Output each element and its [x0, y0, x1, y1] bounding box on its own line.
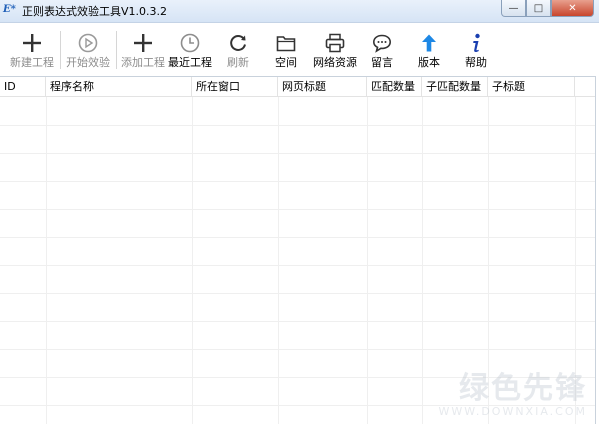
arrow-up-icon: [422, 34, 436, 52]
app-icon: E*: [3, 4, 16, 15]
grid-row-line: [0, 181, 595, 182]
toolbar: 新建工程 开始效验 添加工程 最近工程 刷新 空间 网络资源 留言 版本 帮助: [0, 23, 599, 75]
new-project-label: 新建工程: [10, 56, 54, 69]
version-button[interactable]: 版本: [413, 23, 445, 73]
start-validate-label: 开始效验: [66, 56, 110, 69]
window-title: 正则表达式效验工具V1.0.3.2: [22, 5, 168, 18]
grid-column-line: [192, 97, 193, 424]
grid-row-line: [0, 321, 595, 322]
column-header-program-name[interactable]: 程序名称: [46, 77, 192, 96]
watermark-text: 绿色先锋: [459, 371, 587, 406]
grid-row-line: [0, 125, 595, 126]
grid-column-line: [367, 97, 368, 424]
column-header-window[interactable]: 所在窗口: [192, 77, 278, 96]
watermark-url: WWW.DOWNXIA.COM: [438, 405, 587, 418]
chat-bubble-icon: [372, 34, 392, 53]
network-resources-label: 网络资源: [313, 56, 357, 69]
help-button[interactable]: 帮助: [460, 23, 492, 73]
grid-column-line: [278, 97, 279, 424]
printer-icon: [325, 33, 345, 53]
help-label: 帮助: [465, 56, 487, 69]
column-header-submatch-count[interactable]: 子匹配数量: [422, 77, 488, 96]
message-button[interactable]: 留言: [366, 23, 398, 73]
refresh-label: 刷新: [227, 56, 249, 69]
refresh-button[interactable]: 刷新: [222, 23, 254, 73]
add-project-label: 添加工程: [121, 56, 165, 69]
new-project-button[interactable]: 新建工程: [6, 23, 58, 73]
grid-row-line: [0, 265, 595, 266]
clock-icon: [180, 33, 200, 53]
toolbar-separator: [60, 31, 61, 69]
grid-row-line: [0, 209, 595, 210]
grid-row-line: [0, 237, 595, 238]
column-header-subtitle[interactable]: 子标题: [488, 77, 575, 96]
grid-row-line: [0, 153, 595, 154]
plus-icon: [23, 34, 41, 52]
plus-icon: [134, 34, 152, 52]
grid-column-line: [422, 97, 423, 424]
play-circle-icon: [78, 33, 98, 53]
info-icon: [473, 33, 480, 53]
toolbar-separator: [116, 31, 117, 69]
column-header-match-count[interactable]: 匹配数量: [367, 77, 422, 96]
results-table[interactable]: ID 程序名称 所在窗口 网页标题 匹配数量 子匹配数量 子标题 绿色先锋 WW…: [0, 76, 596, 424]
close-button[interactable]: ✕: [551, 0, 594, 17]
window-controls: — □ ✕: [501, 0, 594, 18]
add-project-button[interactable]: 添加工程: [118, 23, 168, 73]
version-label: 版本: [418, 56, 440, 69]
folder-icon: [276, 36, 296, 52]
watermark: 绿色先锋 WWW.DOWNXIA.COM: [438, 371, 587, 419]
column-header-page-title[interactable]: 网页标题: [278, 77, 367, 96]
grid-column-line: [46, 97, 47, 424]
table-header: ID 程序名称 所在窗口 网页标题 匹配数量 子匹配数量 子标题: [0, 77, 595, 97]
grid-row-line: [0, 349, 595, 350]
title-bar[interactable]: E* 正则表达式效验工具V1.0.3.2 — □ ✕: [0, 0, 599, 23]
grid-row-line: [0, 293, 595, 294]
refresh-icon: [230, 35, 246, 51]
recent-projects-button[interactable]: 最近工程: [166, 23, 214, 73]
start-validate-button[interactable]: 开始效验: [62, 23, 114, 73]
network-resources-button[interactable]: 网络资源: [311, 23, 359, 73]
minimize-button[interactable]: —: [501, 0, 526, 17]
recent-projects-label: 最近工程: [168, 56, 212, 69]
space-button[interactable]: 空间: [270, 23, 302, 73]
column-header-id[interactable]: ID: [0, 77, 46, 96]
maximize-button[interactable]: □: [526, 0, 551, 17]
message-label: 留言: [371, 56, 393, 69]
space-label: 空间: [275, 56, 297, 69]
